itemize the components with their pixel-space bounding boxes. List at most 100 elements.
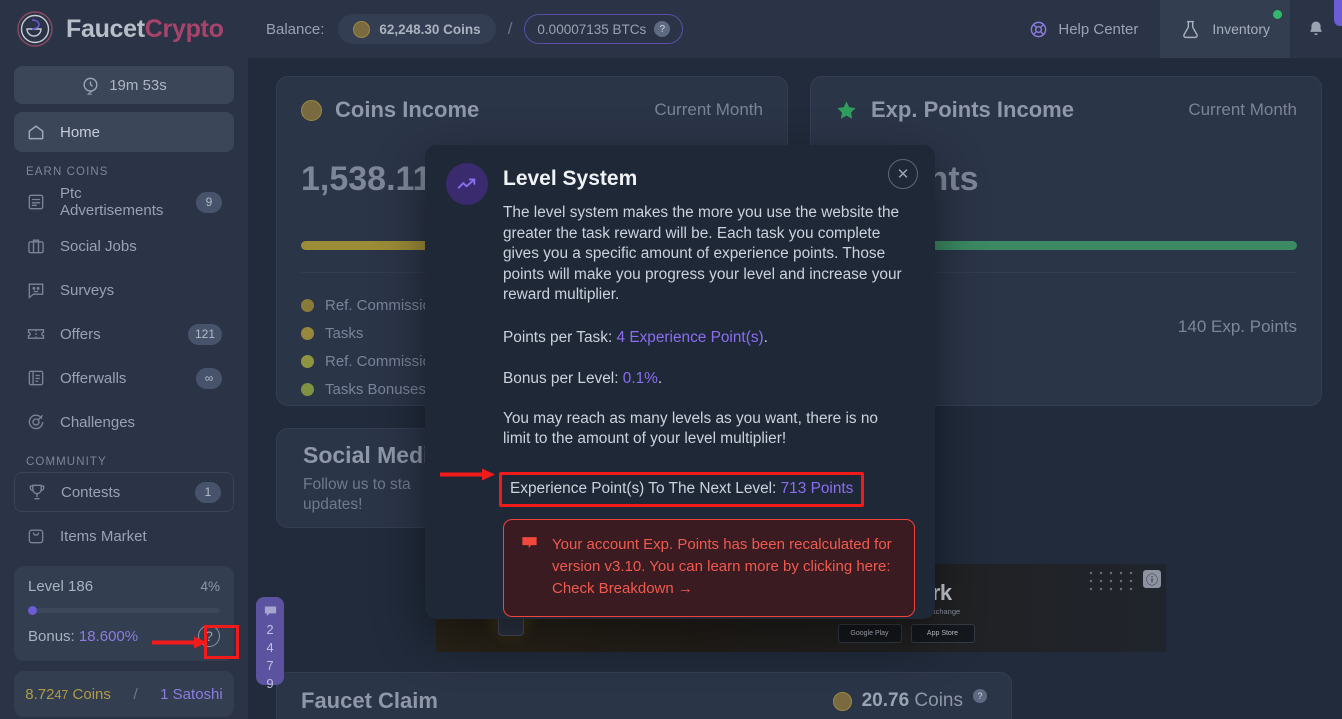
bonus-per-level-value: 0.1%: [622, 369, 658, 387]
help-center-label: Help Center: [1058, 20, 1139, 38]
legend-label: Ref. Commissio: [325, 352, 431, 370]
points-per-task-label: Points per Task:: [503, 328, 617, 346]
banner-store-badges: Google Play App Store: [791, 624, 1021, 643]
legend-color-dot: [301, 298, 314, 312]
wallet-coins-int: 8.72: [25, 685, 55, 703]
sidebar-item-home[interactable]: Home: [14, 112, 234, 152]
close-icon[interactable]: ✕: [888, 159, 918, 189]
chat-count-digit: 7: [266, 658, 274, 673]
sidebar-item-ptc-advertisements-label: Ptc Advertisements: [60, 185, 164, 219]
bonus-label: Bonus: 18.600%: [28, 628, 138, 645]
annotation-arrow-modal: [440, 468, 496, 481]
briefcase-icon: [26, 236, 46, 256]
sidebar-item-offers-label: Offers: [60, 325, 101, 343]
bonus-per-level-label: Bonus per Level:: [503, 369, 623, 387]
topbar-right-actions: Help Center Inventory: [1007, 0, 1342, 58]
sidebar-item-ptc-advertisements[interactable]: Ptc Advertisements 9: [14, 182, 234, 222]
list-icon: [26, 192, 46, 212]
coins-income-title: Coins Income: [335, 97, 480, 122]
sidebar-edge-accent: [1334, 0, 1342, 26]
bag-icon: [26, 526, 46, 546]
sidebar-section-community: COMMUNITY: [26, 456, 107, 468]
faucet-claim-amount-group: 20.76 Coins ?: [832, 689, 987, 713]
wallet-summary[interactable]: 8.7247 Coins / 1 Satoshi: [14, 671, 234, 717]
google-play-badge[interactable]: Google Play: [837, 624, 902, 643]
coins-income-period: Current Month: [654, 100, 763, 119]
sidebar-item-offers[interactable]: Offers 121: [14, 314, 234, 354]
sidebar-item-social-jobs[interactable]: Social Jobs: [14, 226, 234, 266]
level-percent: 4%: [200, 579, 220, 594]
app-root: FaucetCrypto 19m 53s Home EARN COINS Ptc…: [0, 0, 1342, 719]
sidebar-item-surveys-label: Surveys: [60, 281, 115, 299]
sidebar-item-items-market[interactable]: Items Market: [14, 516, 234, 556]
faucet-claim-card: Faucet Claim 20.76 Coins ?: [276, 672, 1012, 719]
app-store-badge[interactable]: App Store: [910, 624, 975, 643]
level-header: Level 186 4%: [28, 578, 220, 595]
topbar: Balance: 62,248.30 Coins / 0.00007135 BT…: [248, 0, 1342, 58]
coins-income-header: Coins Income Current Month: [301, 97, 763, 123]
dot-grid-decoration: [1088, 570, 1140, 592]
faucetcrypto-logo-icon: [16, 10, 54, 48]
btc-help-icon[interactable]: ?: [654, 21, 671, 37]
social-media-text: Social Media Follow us to sta updates!: [303, 442, 442, 515]
sidebar-badge-ptc: 9: [196, 191, 222, 213]
target-icon: [26, 412, 46, 432]
timer-value: 19m 53s: [109, 76, 167, 94]
points-per-task-period: .: [763, 328, 768, 346]
recalculation-warning-text[interactable]: Your account Exp. Points has been recalc…: [552, 534, 898, 600]
chat-widget-tab[interactable]: 2 4 7 9: [256, 597, 284, 691]
legend-label: Tasks: [325, 324, 364, 342]
inventory-button[interactable]: Inventory: [1160, 0, 1290, 58]
chat-bubble-icon: [263, 604, 278, 619]
bonus-label-text: Bonus:: [28, 627, 75, 645]
balance-coins-value: 62,248.30 Coins: [379, 21, 481, 37]
chat-count-digit: 9: [266, 676, 274, 691]
coin-icon: [301, 99, 322, 121]
brand-name: FaucetCrypto: [66, 15, 224, 44]
faucet-amount-value: 20.76: [861, 690, 910, 711]
annotation-arrow-sidebar: [152, 636, 208, 649]
balance-btc-pill[interactable]: 0.00007135 BTCs ?: [524, 14, 684, 44]
legend-label: Ref. Commissio: [325, 296, 431, 314]
modal-body: Level System The level system makes the …: [499, 167, 915, 617]
brand-name-part1: Faucet: [66, 14, 145, 43]
points-per-task-value: 4 Experience Point(s): [616, 328, 764, 346]
star-icon: [835, 99, 858, 122]
legend-color-dot: [301, 382, 314, 396]
exp-income-period: Current Month: [1188, 100, 1297, 119]
coin-icon: [832, 691, 852, 711]
level-name: Level 186: [28, 578, 94, 595]
inventory-status-dot: [1273, 10, 1282, 19]
bonus-per-level-period: .: [657, 369, 663, 387]
trophy-icon: [27, 482, 47, 502]
bonus-per-level-line: Bonus per Level: 0.1%.: [503, 370, 907, 388]
bell-icon: [1306, 19, 1326, 39]
home-icon: [26, 122, 46, 142]
sidebar-badge-contests: 1: [195, 481, 221, 503]
help-center-button[interactable]: Help Center: [1007, 20, 1160, 39]
countdown-timer[interactable]: 19m 53s: [14, 66, 234, 104]
legend-label: Tasks Bonuses: [325, 380, 426, 398]
sidebar-section-earn-coins: EARN COINS: [26, 166, 109, 178]
sidebar-item-contests-label: Contests: [61, 483, 121, 501]
wallet-separator: /: [133, 685, 138, 703]
brand-logo-area[interactable]: FaucetCrypto: [10, 0, 238, 58]
ticket-icon: [26, 324, 46, 344]
faucet-claim-title: Faucet Claim: [301, 688, 438, 713]
no-limit-text: You may reach as many levels as you want…: [503, 409, 878, 448]
sidebar-item-surveys[interactable]: Surveys: [14, 270, 234, 310]
sidebar-item-offerwalls[interactable]: Offerwalls ∞: [14, 358, 234, 398]
clock-icon: [81, 76, 100, 95]
balance-coins-pill[interactable]: 62,248.30 Coins: [338, 14, 496, 44]
lifebuoy-icon: [1029, 20, 1048, 39]
sidebar-item-contests[interactable]: Contests 1: [14, 472, 234, 512]
exp-income-header: Exp. Points Income Current Month: [835, 97, 1297, 123]
flask-icon: [1180, 19, 1201, 40]
speech-bubble-icon: [520, 534, 539, 600]
ad-info-icon[interactable]: ⓘ: [1143, 570, 1161, 588]
sidebar-item-challenges[interactable]: Challenges: [14, 402, 234, 442]
next-level-highlight: Experience Point(s) To The Next Level: 7…: [499, 471, 865, 507]
level-progress-bar: [28, 606, 220, 615]
sidebar-badge-offerwalls: ∞: [196, 367, 222, 389]
faucet-help-icon[interactable]: ?: [973, 689, 987, 703]
